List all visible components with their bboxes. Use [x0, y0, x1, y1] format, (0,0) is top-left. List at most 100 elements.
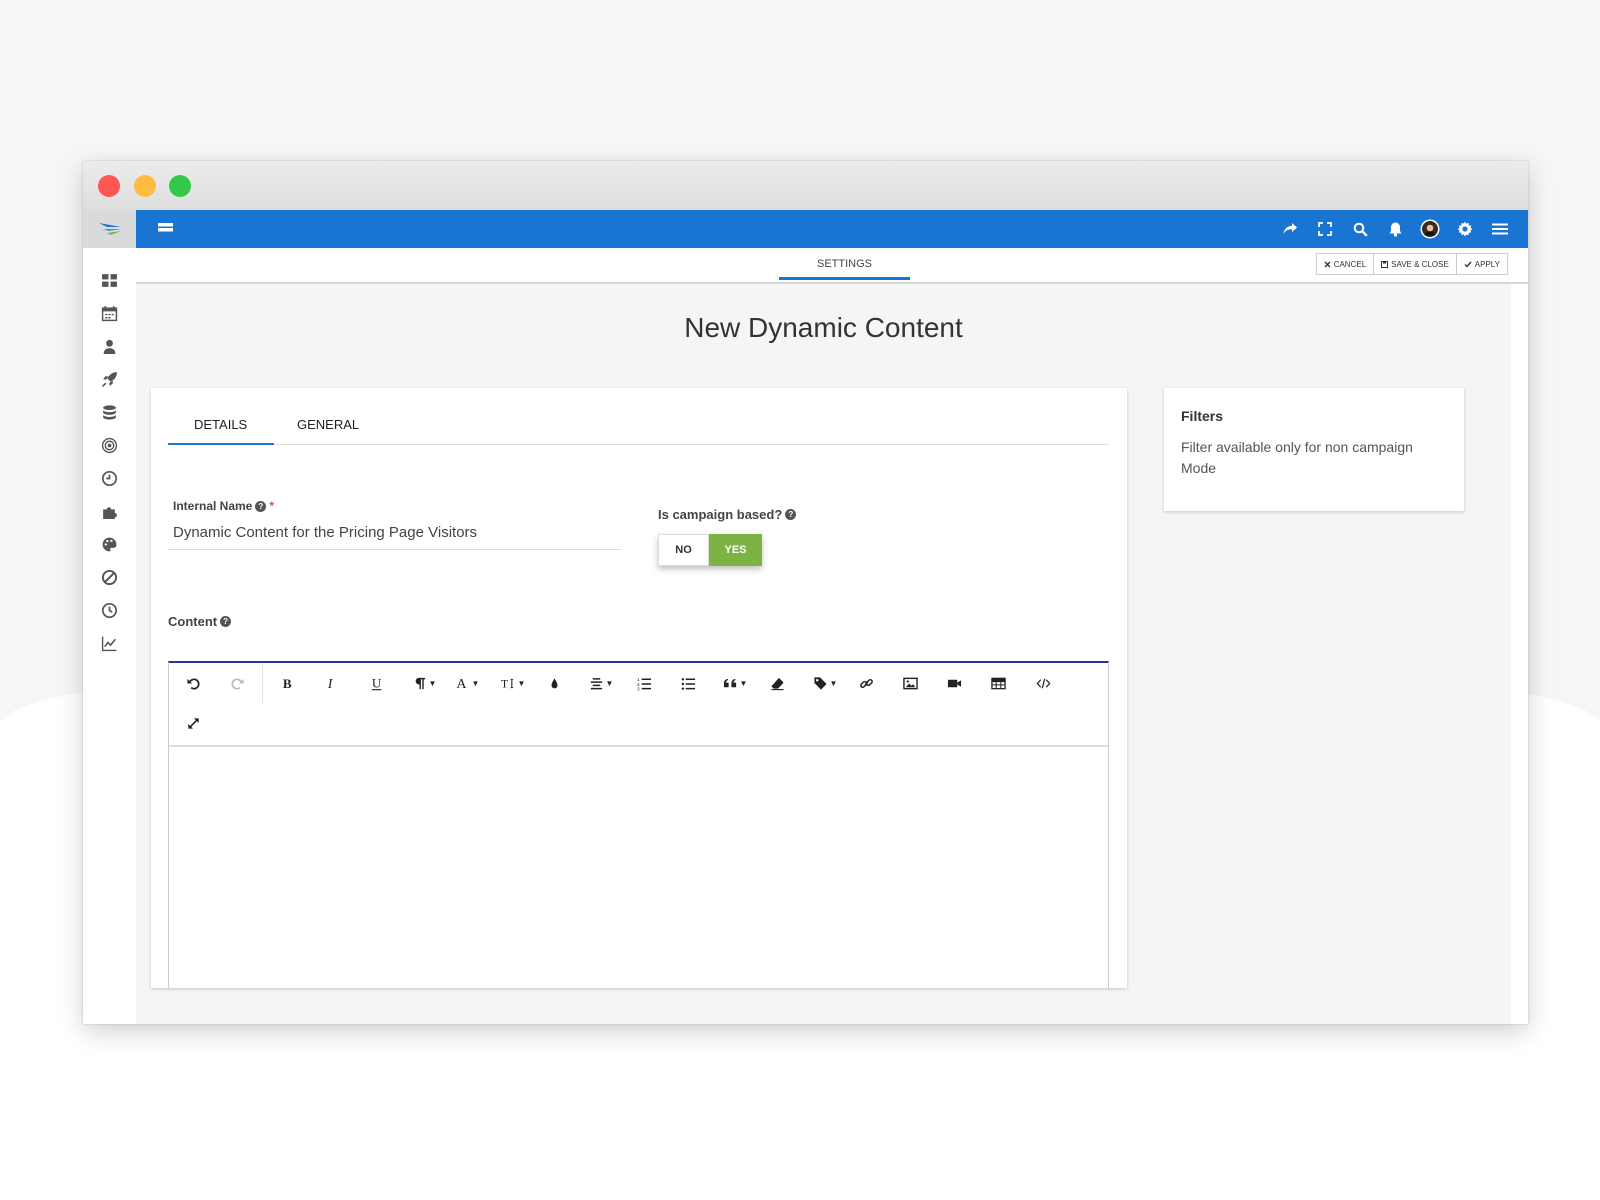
editor-body[interactable]	[169, 747, 1108, 990]
sidebar-item-points[interactable]	[83, 429, 136, 462]
minimize-window-button[interactable]	[134, 175, 156, 197]
align-button[interactable]: ▼	[586, 670, 616, 696]
dashboard-icon	[102, 274, 117, 287]
title-bar	[83, 161, 1528, 210]
notifications-button[interactable]	[1385, 219, 1405, 239]
bold-button[interactable]: B	[274, 670, 300, 696]
help-icon[interactable]: ?	[785, 509, 797, 520]
user-icon	[103, 339, 116, 354]
internal-name-label-text: Internal Name	[173, 499, 253, 513]
internal-name-input[interactable]	[168, 516, 621, 550]
paragraph-style-button[interactable]: ▼	[409, 670, 439, 696]
check-icon	[1464, 261, 1472, 268]
details-card: DETAILS GENERAL Internal Name ? * Is cam…	[151, 388, 1127, 988]
avatar	[1420, 219, 1440, 239]
caret-down-icon: ▼	[471, 678, 480, 688]
undo-icon	[186, 677, 200, 690]
insert-token-button[interactable]: ▼	[809, 670, 841, 696]
hamburger-icon	[1492, 223, 1508, 235]
font-size-button[interactable]: T ▼	[497, 670, 529, 696]
app-logo[interactable]	[83, 210, 136, 248]
sidebar-item-contacts[interactable]	[83, 330, 136, 363]
svg-text:I: I	[326, 676, 333, 691]
apply-button[interactable]: APPLY	[1455, 253, 1508, 275]
insert-link-button[interactable]	[853, 670, 879, 696]
required-marker: *	[269, 499, 275, 513]
fullscreen-icon	[1318, 222, 1332, 236]
bold-icon: B	[282, 676, 291, 691]
text-color-button[interactable]	[541, 670, 567, 696]
chart-line-icon	[101, 636, 117, 652]
sidebar-item-components[interactable]	[83, 396, 136, 429]
close-window-button[interactable]	[98, 175, 120, 197]
sidebar-item-plugins[interactable]	[83, 495, 136, 528]
form-tabs: DETAILS GENERAL	[168, 388, 1109, 445]
sidebar-item-do-not-contact[interactable]	[83, 561, 136, 594]
fullscreen-button[interactable]	[1315, 219, 1335, 239]
video-camera-icon	[947, 679, 961, 687]
user-avatar-button[interactable]	[1420, 219, 1440, 239]
tab-settings[interactable]: SETTINGS	[779, 248, 910, 280]
search-button[interactable]	[1350, 219, 1370, 239]
cancel-button[interactable]: CANCEL	[1315, 253, 1375, 275]
logo-icon	[98, 223, 121, 235]
sidebar-item-campaigns[interactable]	[83, 363, 136, 396]
calendar-icon	[101, 306, 118, 322]
svg-text:A: A	[456, 676, 467, 691]
page-title: New Dynamic Content	[684, 312, 963, 343]
caret-down-icon: ▼	[829, 678, 838, 688]
active-tab-indicator	[168, 443, 274, 445]
sidebar-toggle-button[interactable]	[158, 220, 173, 239]
sidebar-item-history[interactable]	[83, 594, 136, 627]
italic-button[interactable]: I	[318, 670, 344, 696]
scrollbar[interactable]	[1511, 284, 1528, 1024]
help-icon[interactable]: ?	[255, 500, 267, 512]
toolbar-separator	[262, 663, 263, 703]
insert-table-button[interactable]	[985, 670, 1011, 696]
svg-text:T: T	[501, 677, 508, 690]
main-menu-button[interactable]	[1490, 219, 1510, 239]
sidebar-item-dashboard[interactable]	[83, 264, 136, 297]
campaign-based-label-text: Is campaign based?	[658, 507, 783, 522]
sidebar-item-calendar[interactable]	[83, 297, 136, 330]
settings-button[interactable]	[1455, 219, 1475, 239]
toggle-yes-button[interactable]: YES	[709, 534, 762, 566]
clear-formatting-button[interactable]	[764, 670, 790, 696]
sidebar-item-stages[interactable]	[83, 462, 136, 495]
share-button[interactable]	[1280, 219, 1300, 239]
caret-down-icon: ▼	[605, 678, 614, 688]
ordered-list-button[interactable]: 123	[631, 670, 657, 696]
tab-general[interactable]: GENERAL	[297, 417, 359, 432]
tab-details[interactable]: DETAILS	[194, 417, 247, 432]
help-icon[interactable]: ?	[220, 616, 232, 627]
app-window: SETTINGS CANCEL SAVE & CLOSE APPLY New D…	[83, 161, 1528, 1024]
save-close-button[interactable]: SAVE & CLOSE	[1373, 253, 1457, 275]
save-icon	[1381, 260, 1389, 268]
database-icon	[103, 405, 116, 420]
underline-button[interactable]: U	[363, 670, 389, 696]
unordered-list-button[interactable]	[675, 670, 701, 696]
sidebar-item-reports[interactable]	[83, 627, 136, 660]
redo-button[interactable]	[224, 670, 250, 696]
campaign-based-toggle: NO YES	[658, 534, 762, 566]
text-height-icon: T	[501, 677, 513, 690]
toggle-no-button[interactable]: NO	[658, 534, 709, 566]
rocket-icon	[102, 372, 117, 387]
svg-text:B: B	[282, 676, 291, 691]
caret-down-icon: ▼	[517, 678, 526, 688]
undo-button[interactable]	[180, 670, 206, 696]
maximize-window-button[interactable]	[169, 175, 191, 197]
close-icon	[1324, 261, 1331, 267]
redo-icon	[230, 677, 244, 690]
fullscreen-editor-button[interactable]	[180, 710, 206, 736]
sidebar-item-themes[interactable]	[83, 528, 136, 561]
palette-icon	[102, 537, 117, 552]
cancel-label: CANCEL	[1333, 259, 1367, 269]
quote-button[interactable]: ▼	[719, 670, 751, 696]
save-close-label: SAVE & CLOSE	[1391, 259, 1449, 269]
font-family-button[interactable]: A ▼	[452, 670, 482, 696]
code-view-button[interactable]	[1030, 670, 1056, 696]
insert-image-button[interactable]	[897, 670, 923, 696]
apply-label: APPLY	[1474, 259, 1500, 269]
insert-video-button[interactable]	[941, 670, 967, 696]
